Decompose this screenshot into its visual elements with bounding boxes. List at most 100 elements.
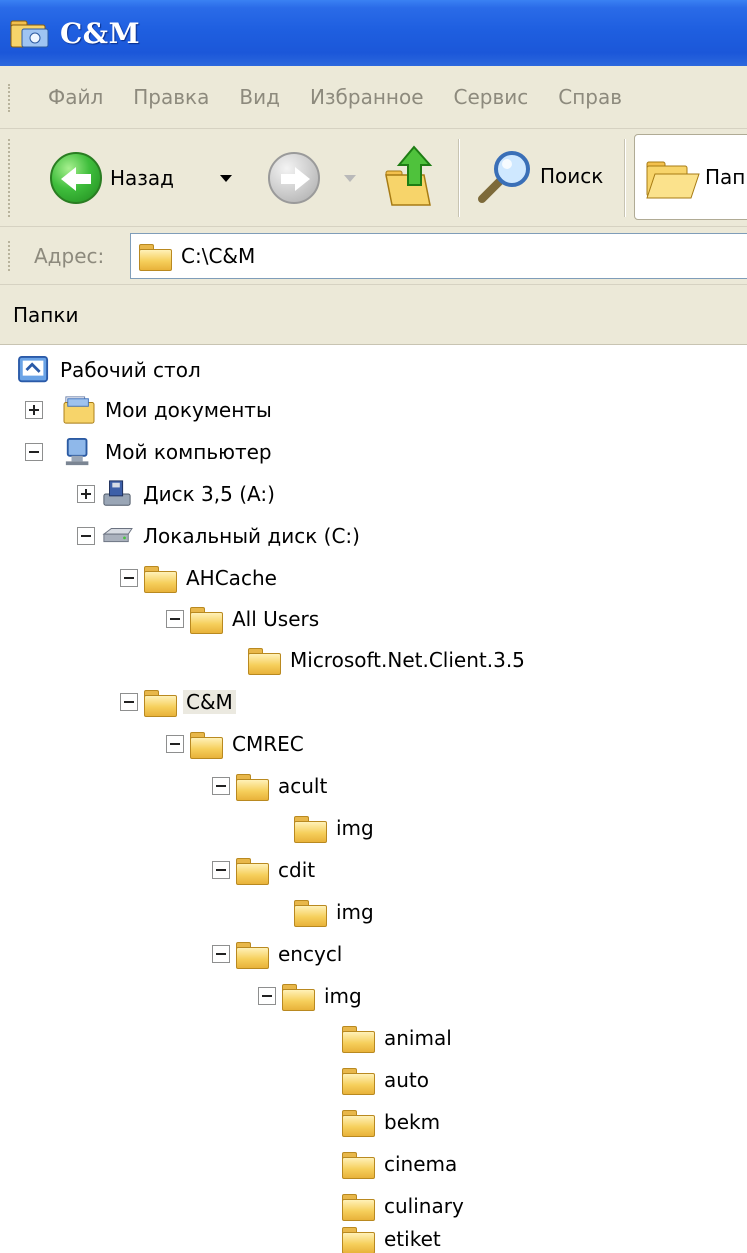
tree-item-label: animal (384, 1026, 452, 1050)
folder-icon (246, 645, 282, 675)
folder-icon (234, 855, 270, 885)
title-bar[interactable]: C&M (0, 0, 747, 66)
my-computer-icon (65, 437, 89, 466)
folder-icon (292, 897, 328, 927)
tree-item-local-disk-c[interactable]: Локальный диск (C:) (77, 516, 360, 556)
toolbar-separator (458, 139, 460, 217)
folders-label: Пап (705, 165, 746, 189)
tree-item-my-computer[interactable]: Мой компьютер (25, 432, 272, 472)
collapse-minus-icon[interactable] (120, 569, 138, 587)
standard-toolbar: Назад Поиск Пап (0, 129, 747, 227)
search-icon (478, 151, 530, 203)
tree-item-folder[interactable]: cinema (336, 1144, 457, 1184)
forward-button[interactable] (268, 152, 320, 204)
tree-item-folder[interactable]: culinary (336, 1186, 464, 1226)
back-dropdown-button[interactable] (220, 175, 232, 182)
menu-file[interactable]: Файл (48, 85, 103, 109)
tree-item-folder[interactable]: cdit (212, 850, 315, 890)
forward-dropdown-button[interactable] (344, 175, 356, 182)
folder-icon (142, 563, 178, 593)
tree-item-label: Мои документы (105, 398, 272, 422)
tree-item-my-documents[interactable]: Мои документы (25, 390, 272, 430)
tree-item-folder[interactable]: Microsoft.Net.Client.3.5 (242, 640, 525, 680)
back-button[interactable]: Назад (50, 152, 174, 204)
menu-favorites[interactable]: Избранное (310, 85, 424, 109)
tree-item-label: etiket (384, 1227, 441, 1251)
tree-item-folder[interactable]: AHCache (120, 558, 277, 598)
collapse-minus-icon[interactable] (25, 443, 43, 461)
expand-plus-icon[interactable] (25, 401, 43, 419)
tree-item-folder[interactable]: auto (336, 1060, 429, 1100)
folder-icon (340, 1225, 376, 1253)
up-folder-icon (385, 145, 433, 206)
tree-item-label: cdit (278, 858, 316, 882)
tree-item-folder[interactable]: CMREC (166, 724, 304, 764)
folders-button[interactable]: Пап (634, 134, 747, 220)
tree-item-folder[interactable]: img (288, 892, 374, 932)
menu-bar: Файл Правка Вид Избранное Сервис Справ (0, 66, 747, 129)
tree-item-folder[interactable]: etiket (336, 1225, 441, 1253)
tree-item-floppy[interactable]: Диск 3,5 (A:) (77, 474, 275, 514)
tree-item-folder[interactable]: img (288, 808, 374, 848)
desktop-icon (18, 355, 49, 383)
collapse-minus-icon[interactable] (258, 987, 276, 1005)
tree-item-folder-selected[interactable]: C&M (120, 682, 236, 722)
tree-item-folder[interactable]: acult (212, 766, 327, 806)
expand-plus-icon[interactable] (77, 485, 95, 503)
tree-item-label: Мой компьютер (105, 440, 272, 464)
menu-grip[interactable] (8, 84, 12, 112)
menu-help[interactable]: Справ (558, 85, 622, 109)
collapse-minus-icon[interactable] (212, 777, 230, 795)
folder-icon (137, 241, 173, 271)
address-input[interactable]: C:\C&M (130, 233, 747, 279)
floppy-drive-icon (103, 480, 131, 506)
address-label: Адрес: (34, 243, 105, 268)
folders-pane-title: Папки (13, 302, 79, 327)
collapse-minus-icon[interactable] (120, 693, 138, 711)
address-grip[interactable] (8, 241, 12, 271)
folder-window-icon (8, 13, 52, 53)
collapse-minus-icon[interactable] (166, 735, 184, 753)
search-label: Поиск (540, 164, 604, 188)
collapse-minus-icon[interactable] (212, 861, 230, 879)
tree-item-label: img (336, 816, 374, 840)
collapse-minus-icon[interactable] (166, 610, 184, 628)
back-arrow-icon (50, 152, 102, 204)
menu-view[interactable]: Вид (239, 85, 280, 109)
folder-icon (340, 1149, 376, 1179)
tree-item-label: img (324, 984, 362, 1008)
folder-icon (188, 604, 224, 634)
folders-icon (646, 161, 700, 199)
folder-icon (234, 939, 270, 969)
forward-arrow-icon (268, 152, 320, 204)
tree-item-folder[interactable]: bekm (336, 1102, 440, 1142)
up-folder-button[interactable] (384, 143, 440, 209)
folder-icon (142, 687, 178, 717)
window-title: C&M (60, 16, 141, 50)
folder-icon (340, 1065, 376, 1095)
tree-item-label: encycl (278, 942, 343, 966)
collapse-minus-icon[interactable] (77, 527, 95, 545)
tree-item-label: Microsoft.Net.Client.3.5 (290, 648, 525, 672)
menu-edit[interactable]: Правка (133, 85, 209, 109)
toolbar-grip[interactable] (8, 139, 12, 217)
tree-item-desktop[interactable]: Рабочий стол (16, 350, 201, 390)
tree-item-label: img (336, 900, 374, 924)
tree-item-label: CMREC (232, 732, 304, 756)
tree-item-folder[interactable]: animal (336, 1018, 452, 1058)
tree-item-folder[interactable]: All Users (166, 599, 319, 639)
chevron-down-icon (344, 175, 356, 182)
tree-item-label: acult (278, 774, 328, 798)
tree-item-folder[interactable]: img (258, 976, 362, 1016)
tree-item-label: auto (384, 1068, 430, 1092)
collapse-minus-icon[interactable] (212, 945, 230, 963)
folder-icon (188, 729, 224, 759)
folder-icon (292, 813, 328, 843)
tree-item-label: Диск 3,5 (A:) (143, 482, 275, 506)
tree-item-folder[interactable]: encycl (212, 934, 342, 974)
search-button[interactable]: Поиск (474, 145, 603, 207)
tree-item-label: culinary (384, 1194, 464, 1218)
tree-item-label: Рабочий стол (60, 358, 201, 382)
my-documents-icon (63, 396, 95, 424)
menu-tools[interactable]: Сервис (454, 85, 529, 109)
